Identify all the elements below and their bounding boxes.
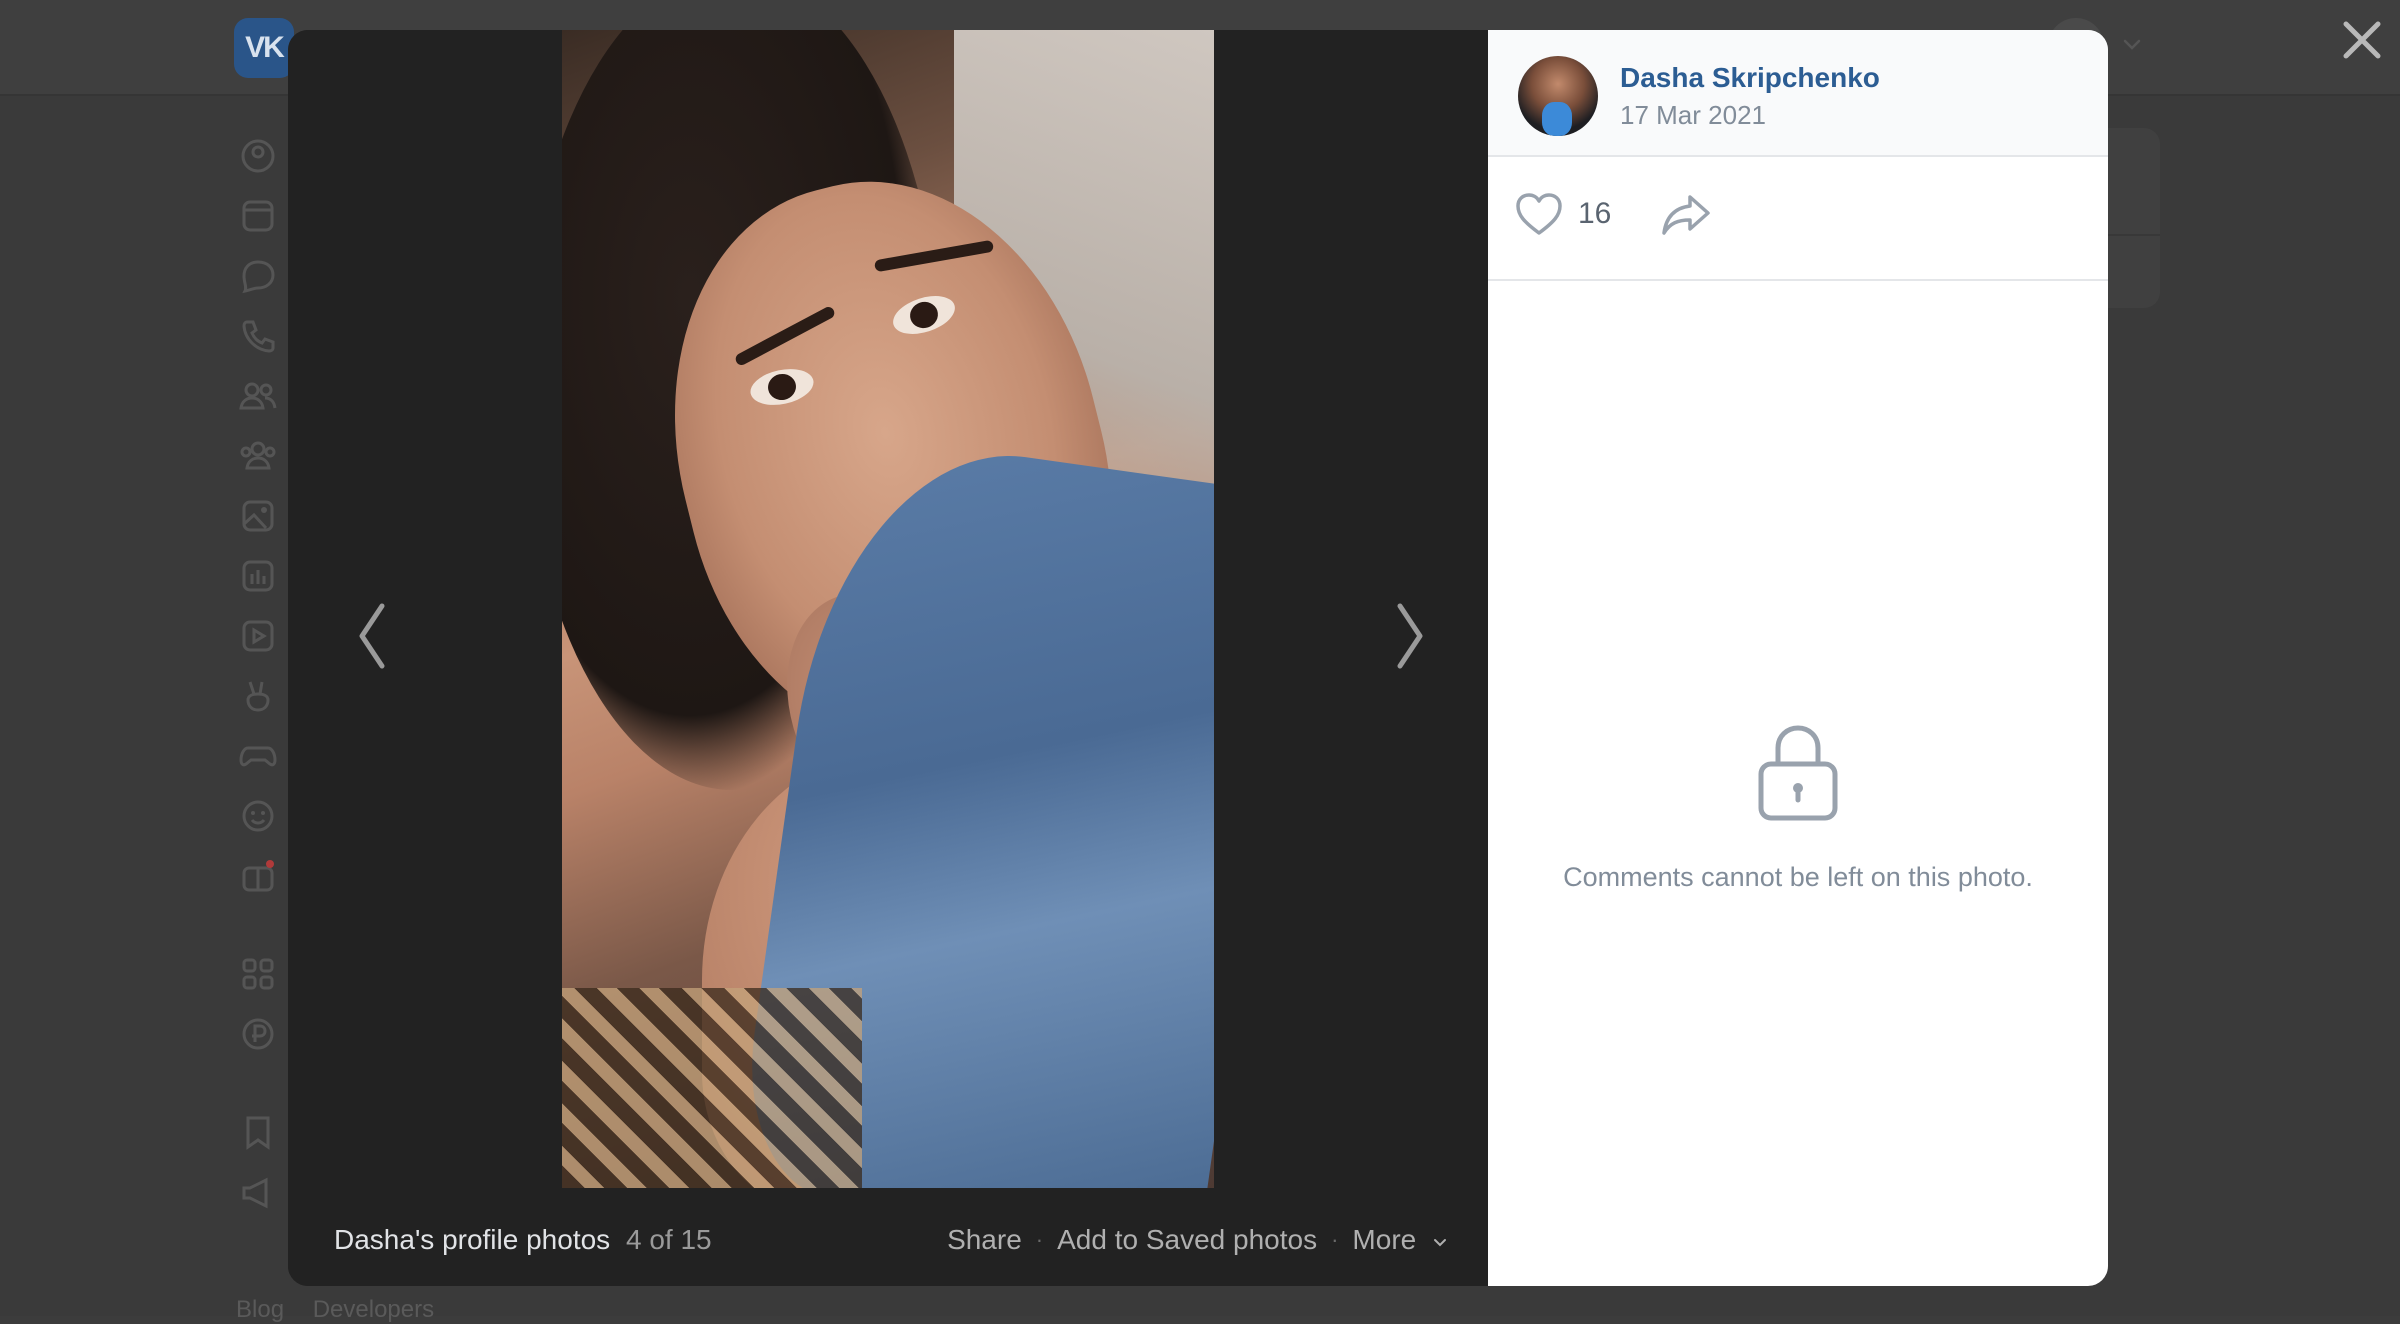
photo-date[interactable]: 17 Mar 2021 [1620,100,1766,131]
photo-area: Dasha's profile photos 4 of 15 Share · A… [288,30,1488,1286]
profile-icon[interactable] [232,130,284,182]
photo-position: 4 of 15 [626,1224,712,1255]
author-avatar[interactable] [1518,56,1598,136]
author-name[interactable]: Dasha Skripchenko [1620,62,1880,94]
comments-disabled-notice: Comments cannot be left on this photo. [1488,720,2108,893]
share-arrow-icon [1662,195,1710,235]
more-label: More [1352,1224,1417,1255]
close-viewer-button[interactable] [2338,16,2386,64]
more-menu-button[interactable]: More [1352,1224,1448,1256]
stickers-icon[interactable] [232,790,284,842]
communities-icon[interactable] [232,430,284,482]
news-icon[interactable] [232,190,284,242]
heart-icon [1516,193,1562,235]
photo-info-panel: Dasha Skripchenko 17 Mar 2021 16 Comment… [1488,30,2108,1286]
reaction-bar: 16 [1488,157,2108,281]
gifts-icon[interactable] [232,850,284,902]
video-icon[interactable] [232,610,284,662]
messenger-icon[interactable] [232,250,284,302]
lock-icon [1758,725,1838,821]
close-icon [2343,21,2381,59]
like-count: 16 [1578,197,1612,230]
games-icon[interactable] [232,730,284,782]
photos-icon[interactable] [232,490,284,542]
chevron-left-icon [359,603,385,669]
share-button[interactable] [1660,191,1712,239]
photo-viewer: Dasha's profile photos 4 of 15 Share · A… [288,30,2108,1286]
friends-icon[interactable] [232,370,284,422]
vk-logo[interactable]: VK [234,18,294,78]
footer-link-developers[interactable]: Developers [313,1296,434,1323]
comments-disabled-message: Comments cannot be left on this photo. [1563,862,2033,892]
calls-icon[interactable] [232,310,284,362]
photo-actions: Share · Add to Saved photos · More [947,1224,1448,1256]
footer-links: Blog Developers [236,1296,456,1324]
album-title[interactable]: Dasha's profile photos [334,1224,610,1256]
footer-link-blog[interactable]: Blog [236,1296,284,1323]
chevron-right-icon [1397,603,1423,669]
services-icon[interactable] [232,948,284,1000]
add-to-saved-link[interactable]: Add to Saved photos [1057,1224,1317,1256]
photo-footer: Dasha's profile photos 4 of 15 Share · A… [288,1188,1488,1286]
author-header: Dasha Skripchenko 17 Mar 2021 [1488,30,2108,157]
separator-dot: · [1331,1227,1339,1252]
ads-icon[interactable] [232,1166,284,1218]
next-photo-button[interactable] [1392,596,1428,676]
share-link[interactable]: Share [947,1224,1022,1256]
previous-photo-button[interactable] [354,596,390,676]
chevron-down-icon [1434,1238,1446,1247]
bookmarks-icon[interactable] [232,1106,284,1158]
clips-icon[interactable] [232,670,284,722]
photo-image[interactable] [562,30,1214,1188]
chevron-down-icon[interactable] [2118,30,2146,58]
separator-dot: · [1035,1227,1044,1252]
music-icon[interactable] [232,550,284,602]
payments-icon[interactable] [232,1008,284,1060]
like-button[interactable]: 16 [1514,191,1611,237]
